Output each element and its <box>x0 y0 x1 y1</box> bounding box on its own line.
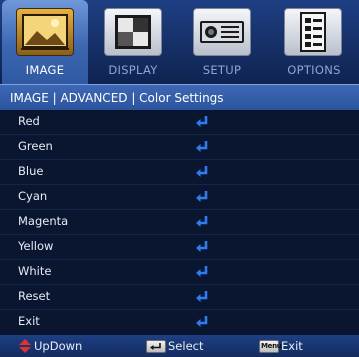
breadcrumb: IMAGE | ADVANCED | Color Settings <box>0 84 359 110</box>
menu-key-label: Menu <box>261 342 282 350</box>
menu-key-icon: Menu <box>259 340 282 353</box>
enter-icon <box>196 141 208 152</box>
enter-icon <box>196 266 208 277</box>
enter-icon <box>196 166 208 177</box>
menu-item-yellow[interactable]: Yellow <box>0 235 359 260</box>
tab-setup-label: SETUP <box>202 63 242 77</box>
menu-item-green[interactable]: Green <box>0 135 359 160</box>
image-icon <box>16 8 74 56</box>
tab-image-label: IMAGE <box>25 63 65 77</box>
display-icon <box>104 8 162 56</box>
menu-item-label: Exit <box>18 314 40 328</box>
options-icon <box>284 8 342 56</box>
footer-hints: UpDown Select Menu Exit <box>0 335 359 357</box>
updown-label: UpDown <box>34 339 83 353</box>
tab-options[interactable]: OPTIONS <box>270 0 358 84</box>
tab-display[interactable]: DISPLAY <box>90 0 176 84</box>
tab-setup[interactable]: SETUP <box>179 0 265 84</box>
menu-item-blue[interactable]: Blue <box>0 160 359 185</box>
enter-icon <box>196 316 208 327</box>
updown-arrows-icon <box>19 339 31 353</box>
menu-item-reset[interactable]: Reset <box>0 285 359 310</box>
menu-item-label: Red <box>18 114 40 128</box>
menu-item-label: Cyan <box>18 189 48 203</box>
select-label: Select <box>168 339 204 353</box>
osd-menu: IMAGE DISPLAY SETUP OPTIONS IMAGE | ADVA… <box>0 0 359 357</box>
menu-item-label: Yellow <box>18 239 54 253</box>
enter-icon <box>196 241 208 252</box>
exit-label: Exit <box>281 339 303 353</box>
menu-item-white[interactable]: White <box>0 260 359 285</box>
projector-icon <box>193 8 251 56</box>
tab-image[interactable]: IMAGE <box>2 0 88 84</box>
tab-options-label: OPTIONS <box>287 63 341 77</box>
menu-item-red[interactable]: Red <box>0 110 359 135</box>
enter-icon <box>196 191 208 202</box>
tab-bar: IMAGE DISPLAY SETUP OPTIONS <box>0 0 359 84</box>
color-settings-list: Red Green Blue Cyan Magenta Yellow White <box>0 110 359 335</box>
enter-key-icon <box>146 340 166 353</box>
menu-item-label: Magenta <box>18 214 69 228</box>
menu-item-magenta[interactable]: Magenta <box>0 210 359 235</box>
enter-icon <box>196 116 208 127</box>
menu-item-label: White <box>18 264 52 278</box>
tab-display-label: DISPLAY <box>108 63 158 77</box>
menu-item-exit[interactable]: Exit <box>0 310 359 335</box>
menu-item-label: Blue <box>18 164 44 178</box>
enter-icon <box>196 216 208 227</box>
enter-icon <box>196 291 208 302</box>
menu-item-cyan[interactable]: Cyan <box>0 185 359 210</box>
menu-item-label: Green <box>18 139 53 153</box>
menu-item-label: Reset <box>18 289 51 303</box>
